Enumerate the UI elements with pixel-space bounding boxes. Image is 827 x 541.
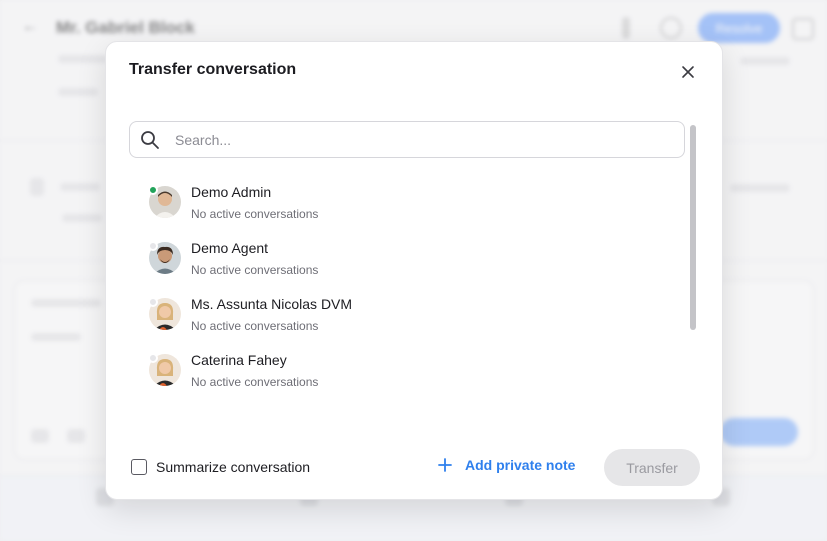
agent-status-text: No active conversations [191, 207, 319, 221]
agent-name: Demo Admin [191, 184, 272, 200]
offline-status-dot [148, 241, 158, 251]
agent-status-text: No active conversations [191, 375, 319, 389]
transfer-conversation-dialog: Transfer conversation Dem [105, 41, 723, 500]
list-scrollbar[interactable] [688, 123, 698, 408]
summarize-label: Summarize conversation [156, 459, 311, 475]
agent-name: Ms. Assunta Nicolas DVM [191, 296, 353, 312]
agent-list: Demo Admin No active conversations Demo … [129, 170, 679, 394]
search-icon [141, 131, 159, 149]
online-status-dot [148, 185, 158, 195]
agent-name: Demo Agent [191, 240, 269, 256]
summarize-checkbox[interactable] [131, 459, 147, 475]
add-private-note-label: Add private note [465, 457, 576, 473]
summarize-conversation-option[interactable]: Summarize conversation [131, 459, 310, 475]
agent-status-text: No active conversations [191, 319, 319, 333]
offline-status-dot [148, 297, 158, 307]
search-box[interactable] [129, 121, 685, 158]
agent-item-caterina-fahey[interactable]: Caterina Fahey No active conversations [129, 338, 679, 394]
scrollbar-thumb[interactable] [690, 125, 696, 330]
add-private-note-button[interactable]: Add private note [437, 457, 575, 473]
agent-item-assunta-nicolas[interactable]: Ms. Assunta Nicolas DVM No active conver… [129, 282, 679, 338]
close-icon [682, 66, 694, 78]
search-input[interactable] [175, 122, 675, 157]
transfer-button[interactable]: Transfer [604, 449, 700, 486]
agent-item-demo-admin[interactable]: Demo Admin No active conversations [129, 170, 679, 226]
agent-name: Caterina Fahey [191, 352, 287, 368]
dialog-title: Transfer conversation [129, 61, 297, 78]
offline-status-dot [148, 353, 158, 363]
close-button[interactable] [675, 59, 701, 85]
agent-status-text: No active conversations [191, 263, 319, 277]
plus-icon [438, 458, 452, 472]
agent-item-demo-agent[interactable]: Demo Agent No active conversations [129, 226, 679, 282]
